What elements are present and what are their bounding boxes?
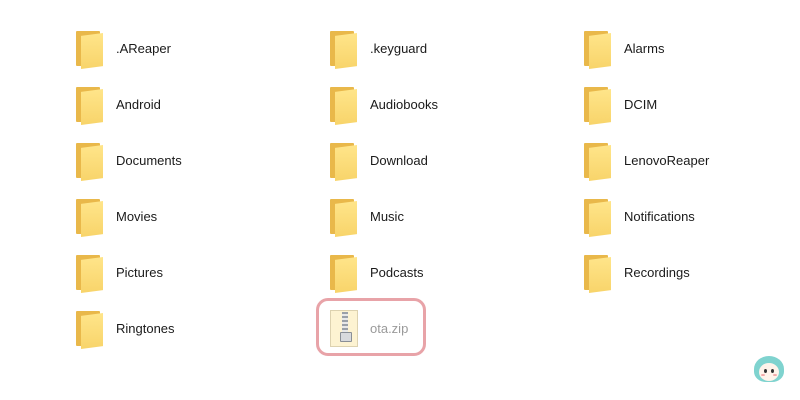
folder-item[interactable]: Audiobooks: [324, 80, 544, 128]
folder-icon: [324, 194, 360, 238]
folder-icon: [70, 138, 106, 182]
folder-label: Recordings: [624, 264, 690, 280]
folder-icon: [578, 82, 614, 126]
folder-icon: [578, 194, 614, 238]
folder-item[interactable]: Movies: [70, 192, 290, 240]
folder-label: Notifications: [624, 208, 695, 224]
folder-item[interactable]: Podcasts: [324, 248, 544, 296]
folder-label: Alarms: [624, 40, 665, 56]
folder-item[interactable]: Download: [324, 136, 544, 184]
folder-icon: [70, 26, 106, 70]
zip-file-item[interactable]: ota.zip: [324, 304, 420, 352]
folder-item[interactable]: .keyguard: [324, 24, 544, 72]
folder-label: Ringtones: [116, 320, 175, 336]
folder-icon: [70, 194, 106, 238]
folder-label: Audiobooks: [370, 96, 438, 112]
folder-item[interactable]: Pictures: [70, 248, 290, 296]
folder-label: Movies: [116, 208, 158, 224]
folder-icon: [70, 82, 106, 126]
folder-icon: [324, 138, 360, 182]
folder-label: DCIM: [624, 96, 658, 112]
folder-label: .keyguard: [370, 40, 428, 56]
folder-item[interactable]: Alarms: [578, 24, 798, 72]
folder-icon: [324, 250, 360, 294]
file-label: ota.zip: [370, 320, 409, 336]
folder-icon: [578, 138, 614, 182]
folder-label: Download: [370, 152, 428, 168]
folder-label: .AReaper: [116, 40, 171, 56]
folder-icon: [70, 306, 106, 350]
folder-label: Pictures: [116, 264, 163, 280]
folder-icon: [324, 82, 360, 126]
folder-label: Android: [116, 96, 161, 112]
folder-item[interactable]: Recordings: [578, 248, 798, 296]
folder-icon: [324, 26, 360, 70]
folder-icon: [578, 26, 614, 70]
folder-item[interactable]: Notifications: [578, 192, 798, 240]
folder-label: Music: [370, 208, 404, 224]
folder-icon: [578, 250, 614, 294]
folder-icon: [70, 250, 106, 294]
folder-label: Podcasts: [370, 264, 424, 280]
folder-label: LenovoReaper: [624, 152, 710, 168]
folder-item[interactable]: DCIM: [578, 80, 798, 128]
folder-item[interactable]: Android: [70, 80, 290, 128]
folder-item[interactable]: .AReaper: [70, 24, 290, 72]
folder-label: Documents: [116, 152, 182, 168]
folder-item[interactable]: LenovoReaper: [578, 136, 798, 184]
folder-item[interactable]: Documents: [70, 136, 290, 184]
file-grid: .AReaper .keyguard Alarms Android Audiob…: [0, 0, 800, 400]
mascot-avatar-icon: [752, 356, 786, 386]
zip-archive-icon: [324, 306, 360, 350]
folder-item[interactable]: Ringtones: [70, 304, 290, 352]
folder-item[interactable]: Music: [324, 192, 544, 240]
